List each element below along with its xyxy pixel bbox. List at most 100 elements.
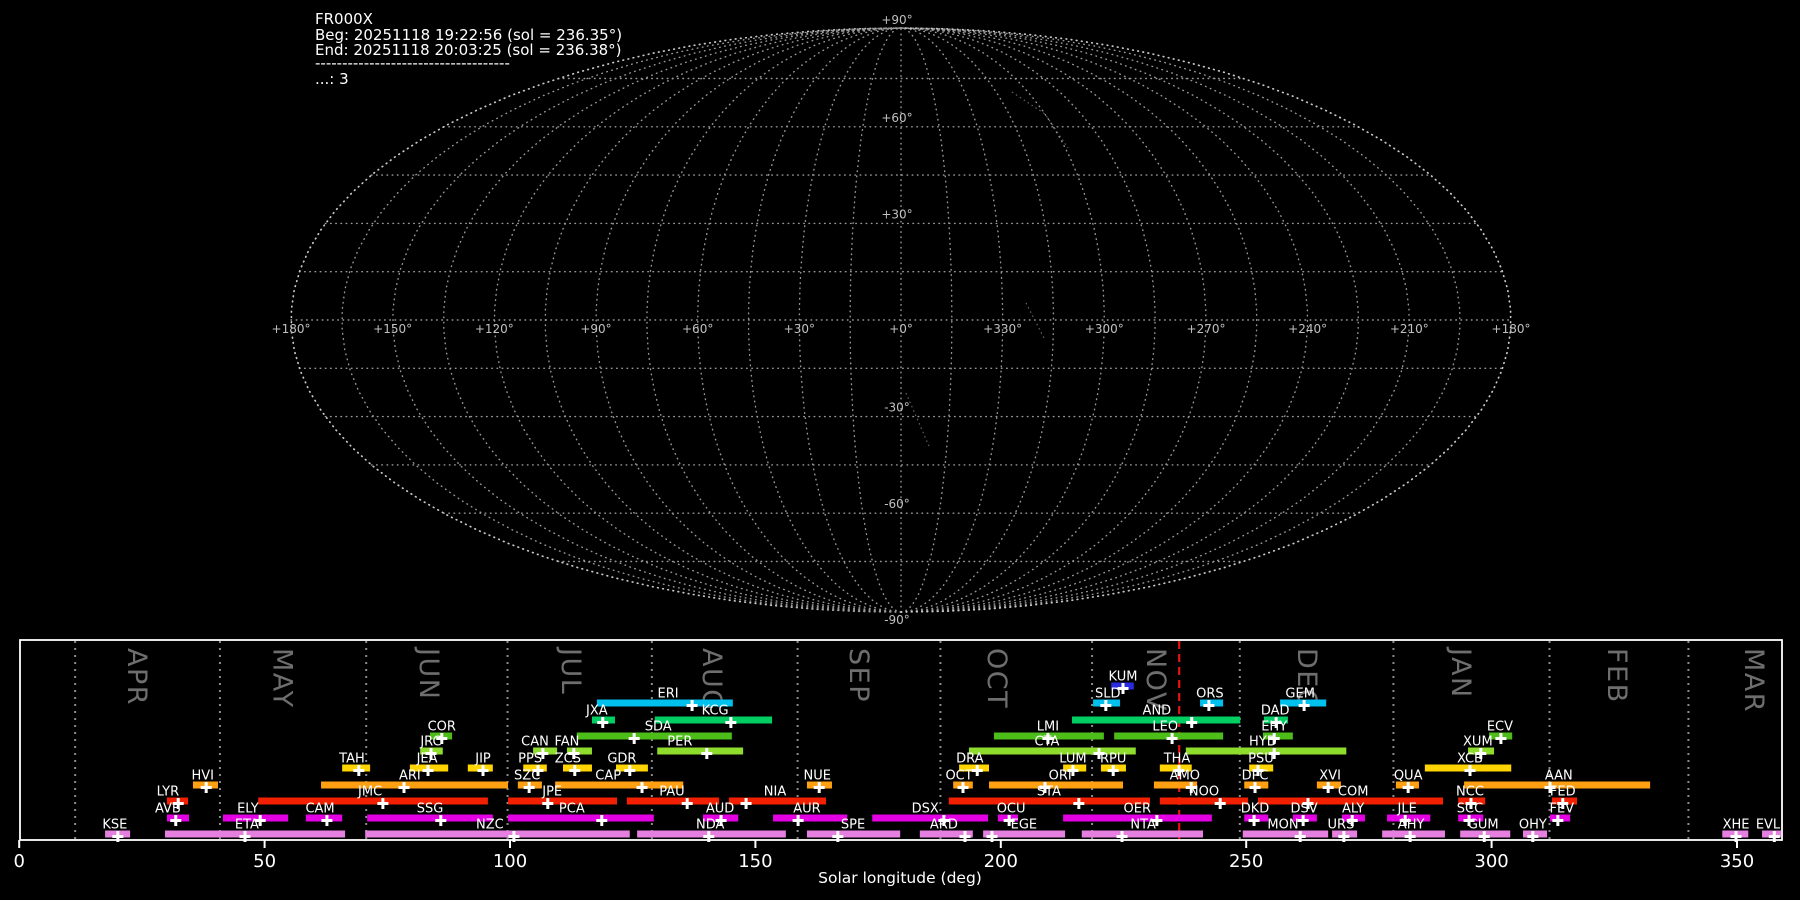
shower-label-MON: MON	[1267, 818, 1298, 833]
shower-label-GEM: GEM	[1285, 687, 1315, 702]
shower-label-ETA: ETA	[235, 818, 259, 833]
shower-label-CAN: CAN	[521, 735, 549, 750]
axis-tick-label: 50	[253, 851, 276, 872]
axis-tick-label: 300	[1474, 851, 1508, 872]
shower-label-ORI: ORI	[1049, 769, 1072, 784]
month-label: SEP	[843, 648, 874, 703]
shower-label-SLD: SLD	[1095, 687, 1121, 702]
shower-label-PPS: PPS	[518, 752, 542, 767]
shower-label-AMO: AMO	[1170, 769, 1200, 784]
map-longitude-label: +0°	[889, 322, 913, 336]
shower-label-CAM: CAM	[305, 802, 334, 817]
shower-label-ZCS: ZCS	[555, 752, 581, 767]
shower-label-ELY: ELY	[237, 802, 259, 817]
shower-label-OHY: OHY	[1519, 818, 1547, 833]
shower-label-AVB: AVB	[155, 802, 181, 817]
shower-label-NTA: NTA	[1130, 818, 1156, 833]
shower-label-HVI: HVI	[192, 769, 215, 784]
map-longitude-label: +60°	[682, 322, 713, 336]
shower-label-ALY: ALY	[1342, 802, 1364, 817]
shower-label-AUR: AUR	[793, 802, 820, 817]
background	[0, 0, 1800, 900]
shower-label-KUM: KUM	[1109, 670, 1138, 685]
shower-label-PER: PER	[667, 735, 692, 750]
shower-label-PCA: PCA	[559, 802, 585, 817]
x-axis-title: Solar longitude (deg)	[818, 869, 982, 887]
shower-label-DSV: DSV	[1291, 802, 1318, 817]
month-label: NOV	[1140, 648, 1171, 712]
shower-label-JEA: JEA	[416, 752, 438, 767]
map-latitude-label: +60°	[881, 111, 912, 125]
map-longitude-label: +330°	[983, 322, 1022, 336]
shower-label-QUA: QUA	[1394, 769, 1423, 784]
shower-label-ARI: ARI	[399, 769, 421, 784]
event-count: ...: 3	[315, 70, 349, 88]
axis-tick-label: 350	[1720, 851, 1754, 872]
app-canvas: FR000X Beg: 20251118 19:22:56 (sol = 236…	[0, 0, 1800, 900]
shower-label-DRA: DRA	[956, 752, 984, 767]
map-longitude-label: +300°	[1085, 322, 1124, 336]
month-label: FEB	[1601, 648, 1632, 704]
axis-tick-label: 150	[738, 851, 772, 872]
axis-tick-label: 0	[13, 851, 24, 872]
map-longitude-label: +90°	[580, 322, 611, 336]
shower-label-LEO: LEO	[1152, 720, 1178, 735]
shower-label-JIP: JIP	[474, 752, 491, 767]
shower-label-URS: URS	[1328, 818, 1355, 833]
map-latitude-label: -30°	[884, 401, 910, 415]
shower-label-KSE: KSE	[102, 818, 127, 833]
shower-label-AUD: AUD	[706, 802, 734, 817]
shower-label-DSX: DSX	[912, 802, 939, 817]
shower-label-NUE: NUE	[804, 769, 831, 784]
axis-tick-label: 100	[493, 851, 527, 872]
shower-label-OCU: OCU	[997, 802, 1026, 817]
shower-label-NDA: NDA	[696, 818, 725, 833]
map-longitude-label: +270°	[1187, 322, 1226, 336]
month-label: MAY	[266, 648, 297, 709]
shower-label-HYD: HYD	[1249, 735, 1277, 750]
shower-label-NIA: NIA	[764, 785, 787, 800]
map-latitude-label: +90°	[881, 13, 912, 27]
shower-label-PAU: PAU	[659, 785, 684, 800]
shower-label-THA: THA	[1163, 752, 1191, 767]
shower-label-AHY: AHY	[1398, 818, 1425, 833]
shower-label-XUM: XUM	[1463, 735, 1493, 750]
map-longitude-label: +180°	[272, 322, 311, 336]
month-label: JUL	[555, 646, 586, 695]
sky-and-timeline-figure: FR000X Beg: 20251118 19:22:56 (sol = 236…	[0, 0, 1800, 900]
shower-label-FEV: FEV	[1549, 802, 1574, 817]
shower-label-TAH: TAH	[338, 752, 365, 767]
map-longitude-label: +180°	[1492, 322, 1531, 336]
map-longitude-label: +240°	[1288, 322, 1327, 336]
shower-label-COR: COR	[428, 720, 456, 735]
shower-label-ORS: ORS	[1196, 687, 1224, 702]
shower-label-DAD: DAD	[1261, 704, 1290, 719]
month-label: OCT	[981, 648, 1012, 709]
shower-label-SPE: SPE	[841, 818, 865, 833]
shower-label-PSU: PSU	[1248, 752, 1274, 767]
shower-label-ERI: ERI	[657, 687, 678, 702]
shower-label-FAN: FAN	[554, 735, 579, 750]
shower-label-DKD: DKD	[1241, 802, 1270, 817]
shower-label-RPU: RPU	[1100, 752, 1126, 767]
shower-label-SDA: SDA	[645, 720, 672, 735]
map-longitude-label: +210°	[1390, 322, 1429, 336]
month-label: JUN	[413, 646, 444, 700]
shower-label-XHE: XHE	[1723, 818, 1750, 833]
axis-tick-label: 250	[1229, 851, 1263, 872]
map-longitude-label: +30°	[784, 322, 815, 336]
shower-label-KCG: KCG	[702, 704, 729, 719]
shower-label-NZC: NZC	[476, 818, 504, 833]
shower-label-JMC: JMC	[357, 785, 382, 800]
shower-label-EGE: EGE	[1011, 818, 1038, 833]
shower-label-SZC: SZC	[514, 769, 540, 784]
shower-label-ARD: ARD	[930, 818, 958, 833]
map-latitude-label: -90°	[884, 613, 910, 627]
map-latitude-label: +30°	[881, 207, 912, 221]
shower-label-OER: OER	[1124, 802, 1151, 817]
shower-label-SSG: SSG	[417, 802, 444, 817]
map-longitude-label: +120°	[475, 322, 514, 336]
shower-label-STA: STA	[1037, 785, 1061, 800]
shower-label-LMI: LMI	[1037, 720, 1059, 735]
shower-label-CTA: CTA	[1034, 735, 1059, 750]
